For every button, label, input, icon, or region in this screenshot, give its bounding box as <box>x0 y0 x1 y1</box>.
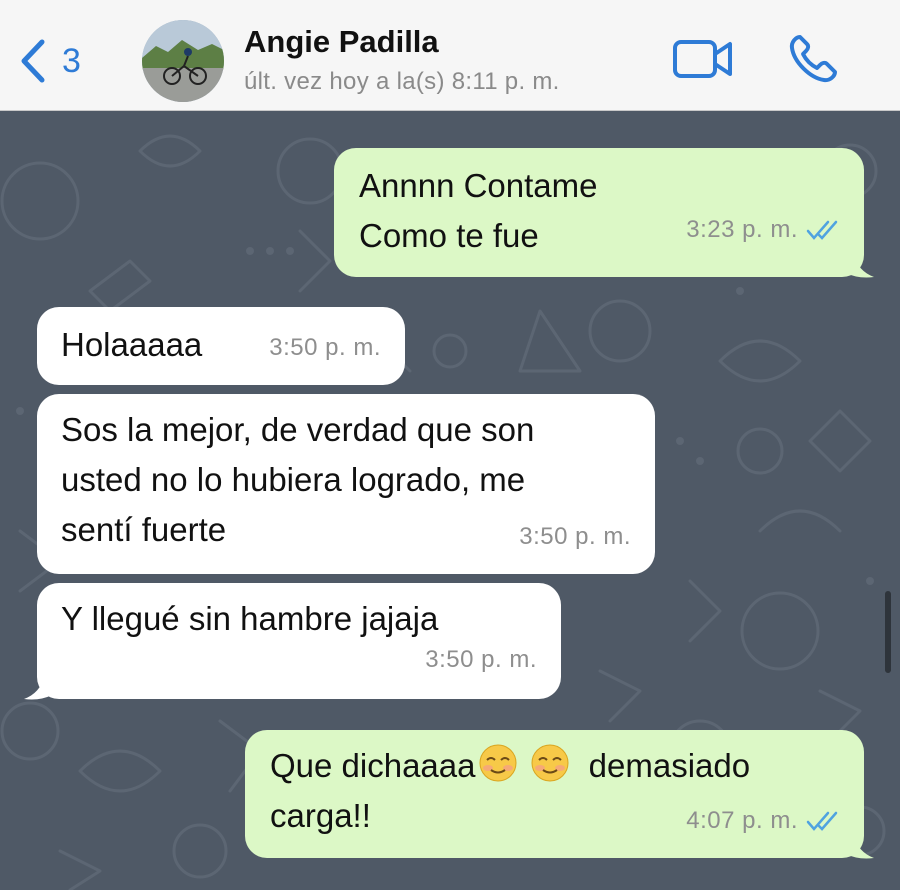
bubble-tail <box>24 677 52 700</box>
smiling-face-icon <box>531 744 568 782</box>
outgoing-message[interactable]: Annnn Contame Como te fue 3:23 p. m. <box>334 148 864 277</box>
message-text: Que dichaaaa demasiado carga!! <box>270 741 750 841</box>
message-time: 4:07 p. m. <box>686 807 798 834</box>
read-ticks-icon <box>806 811 838 831</box>
message-meta: 3:23 p. m. <box>686 205 842 255</box>
video-camera-icon <box>673 40 732 78</box>
message-text: Annnn Contame Como te fue <box>359 167 598 254</box>
message-text-part: carga!! <box>270 797 371 834</box>
message-time: 3:50 p. m. <box>269 334 381 361</box>
smiling-face-icon <box>479 744 516 782</box>
voice-call-button[interactable] <box>786 32 840 91</box>
message-text: Sos la mejor, de verdad que son usted no… <box>61 411 535 548</box>
avatar[interactable] <box>142 20 224 102</box>
bubble-tail <box>846 836 874 859</box>
message-list[interactable]: Annnn Contame Como te fue 3:23 p. m. Hol… <box>0 111 900 890</box>
scrollbar[interactable] <box>885 591 891 673</box>
message-text: Holaaaaa <box>61 326 203 363</box>
message-meta: 4:07 p. m. <box>686 796 842 846</box>
unread-count: 3 <box>62 41 81 80</box>
video-call-button[interactable] <box>672 36 734 87</box>
read-ticks-icon <box>806 220 838 240</box>
avatar-photo <box>142 20 224 102</box>
outgoing-message[interactable]: Que dichaaaa demasiado carga!! 4:07 p. m… <box>245 730 864 858</box>
message-text-part: demasiado <box>579 747 751 784</box>
message-time: 3:50 p. m. <box>519 523 631 550</box>
phone-icon <box>789 35 837 83</box>
back-button[interactable]: 3 <box>18 36 81 86</box>
message-time: 3:50 p. m. <box>425 646 537 673</box>
last-seen-status: últ. vez hoy a la(s) 8:11 p. m. <box>244 68 560 95</box>
chevron-left-icon <box>21 39 45 83</box>
message-text: Y llegué sin hambre jajaja <box>61 600 439 637</box>
incoming-message[interactable]: Holaaaaa 3:50 p. m. <box>37 307 405 385</box>
bubble-tail <box>846 255 874 278</box>
contact-name[interactable]: Angie Padilla <box>244 24 439 60</box>
message-time: 3:23 p. m. <box>686 216 798 243</box>
chat-header: 3 Angie Padilla últ. vez hoy a la(s) 8:1… <box>0 0 900 111</box>
message-text-part: Que dichaaaa <box>270 747 476 784</box>
incoming-message[interactable]: Y llegué sin hambre jajaja 3:50 p. m. <box>37 583 561 699</box>
incoming-message[interactable]: Sos la mejor, de verdad que son usted no… <box>37 394 655 574</box>
